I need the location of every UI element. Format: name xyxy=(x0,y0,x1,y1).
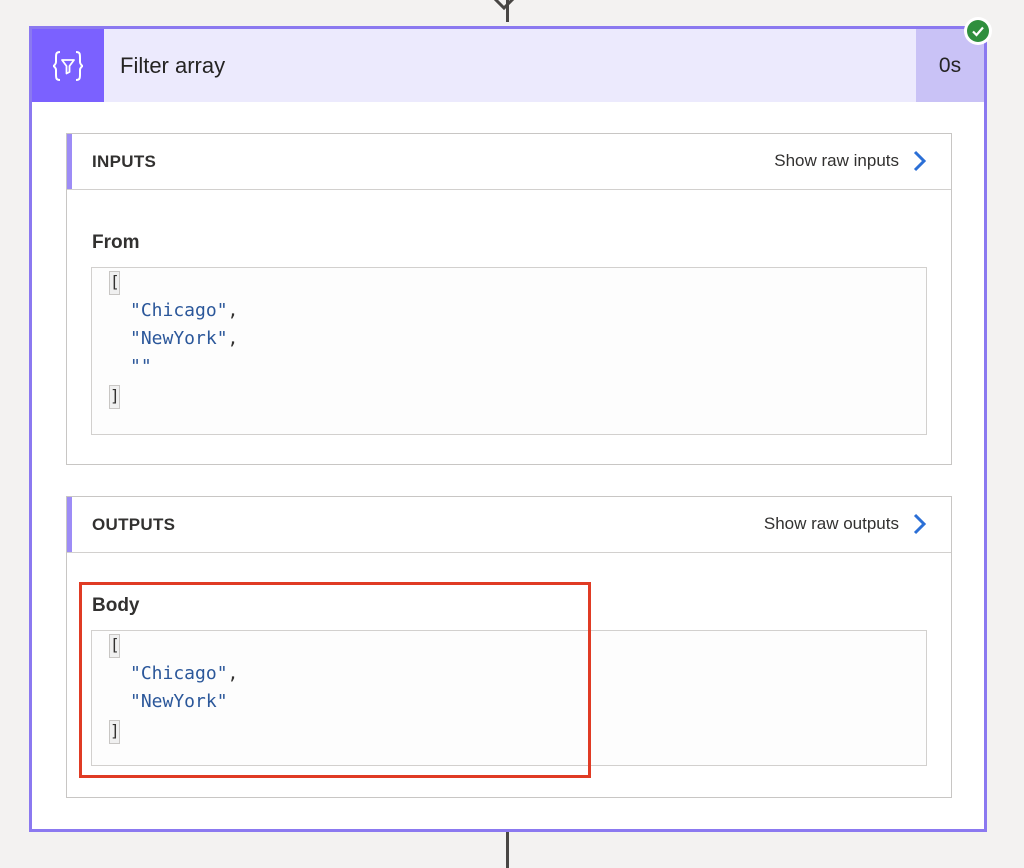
json-array-item: "Chicago", xyxy=(130,663,238,684)
filter-curly-braces-icon xyxy=(48,46,88,86)
json-array-item: "Chicago", xyxy=(130,300,238,321)
inputs-section: INPUTS Show raw inputs From [ "Chicago",… xyxy=(66,133,952,465)
section-accent-bar xyxy=(67,134,72,189)
close-bracket[interactable]: ] xyxy=(109,720,120,744)
show-raw-outputs-link[interactable]: Show raw outputs xyxy=(764,513,927,535)
inputs-title: INPUTS xyxy=(92,152,156,172)
check-circle-icon xyxy=(971,24,985,38)
json-array-item: "NewYork", xyxy=(130,328,238,349)
inputs-section-header: INPUTS Show raw inputs xyxy=(67,134,951,190)
json-array-item: "NewYork" xyxy=(130,691,228,712)
from-field-label: From xyxy=(92,232,140,254)
action-icon-tile xyxy=(32,29,104,102)
outputs-section-header: OUTPUTS Show raw outputs xyxy=(67,497,951,553)
outputs-title: OUTPUTS xyxy=(92,515,175,535)
filter-array-action-card[interactable]: Filter array 0s INPUTS Show raw inputs F… xyxy=(29,26,987,832)
body-field-label: Body xyxy=(92,595,140,617)
show-raw-inputs-label: Show raw inputs xyxy=(774,151,899,171)
open-bracket[interactable]: [ xyxy=(109,634,120,658)
from-json-viewer[interactable]: [ "Chicago", "NewYork", "" ] xyxy=(91,267,927,435)
action-header[interactable]: Filter array 0s xyxy=(32,29,984,102)
show-raw-inputs-link[interactable]: Show raw inputs xyxy=(774,150,927,172)
close-bracket[interactable]: ] xyxy=(109,385,120,409)
action-title: Filter array xyxy=(120,53,225,79)
body-json-viewer[interactable]: [ "Chicago", "NewYork" ] xyxy=(91,630,927,766)
json-array-item: "" xyxy=(130,356,152,377)
flow-connector-bottom xyxy=(506,830,509,868)
outputs-section: OUTPUTS Show raw outputs Body [ "Chicago… xyxy=(66,496,952,798)
show-raw-outputs-label: Show raw outputs xyxy=(764,514,899,534)
arrow-down-icon xyxy=(489,0,519,18)
success-status xyxy=(964,17,992,45)
open-bracket[interactable]: [ xyxy=(109,271,120,295)
chevron-right-icon xyxy=(913,150,927,172)
section-accent-bar xyxy=(67,497,72,552)
chevron-right-icon xyxy=(913,513,927,535)
